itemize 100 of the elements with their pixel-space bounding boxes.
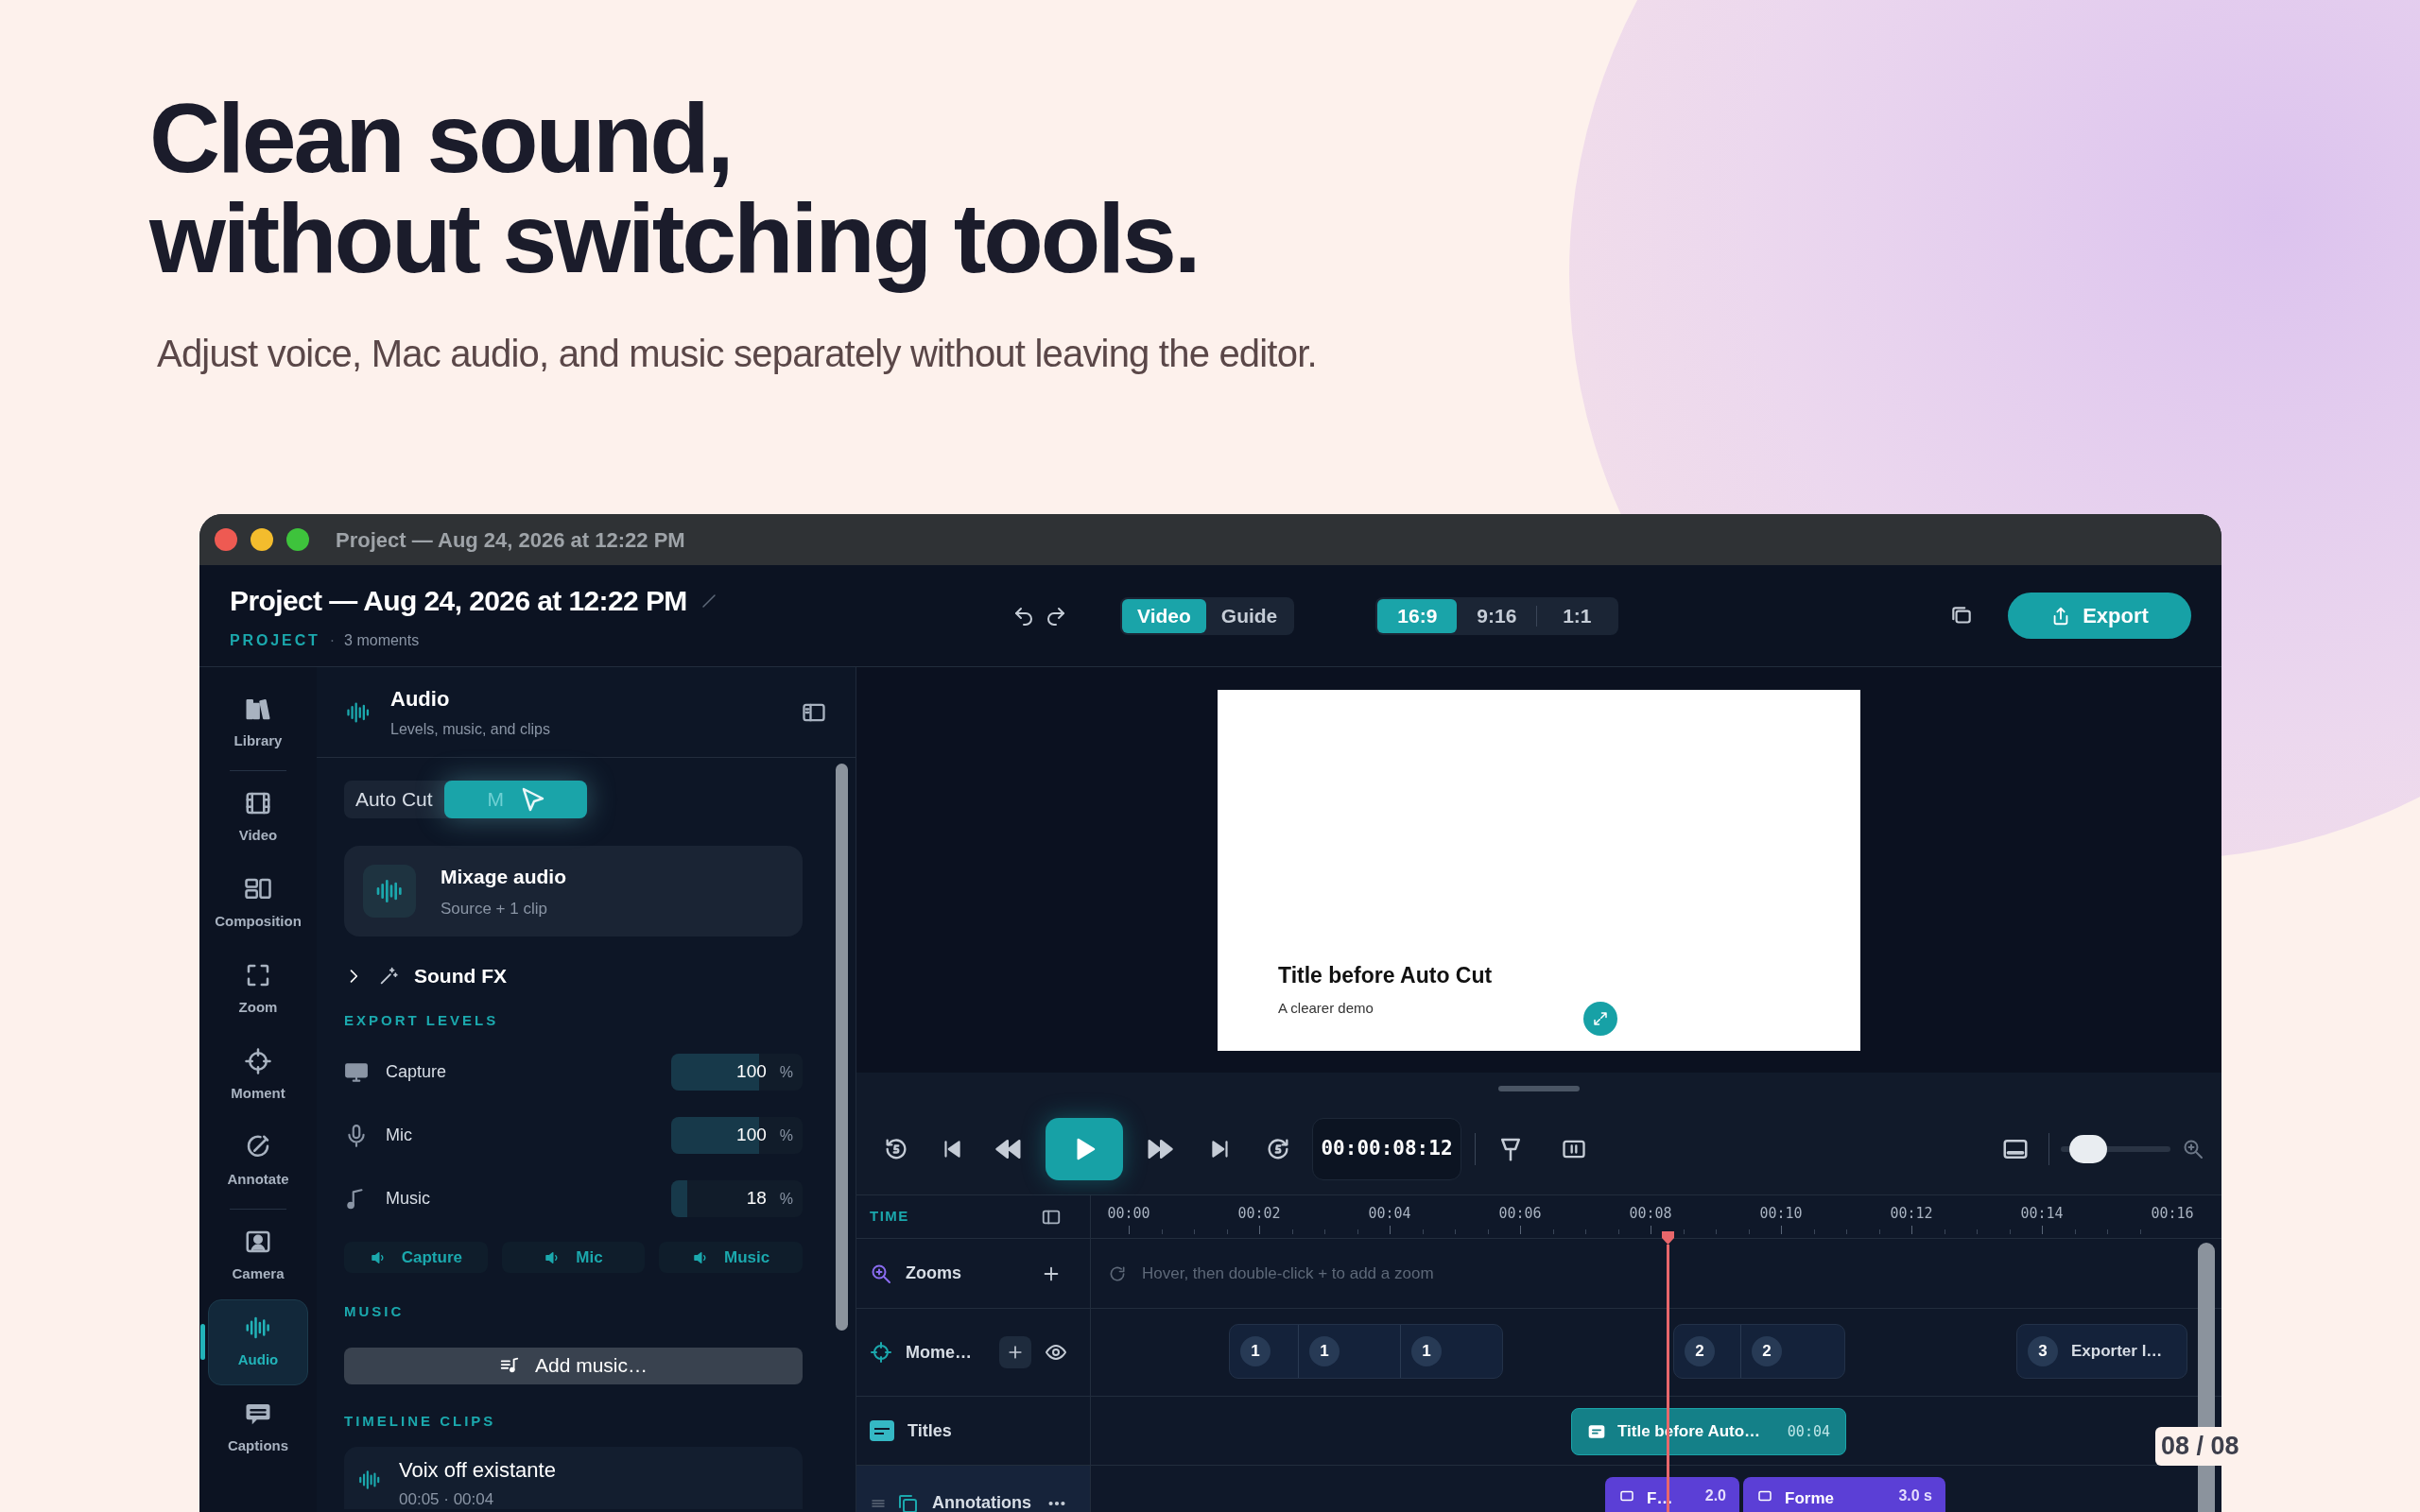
moments-count: 3 moments (344, 631, 420, 650)
clip-title: Voix off existante (399, 1457, 556, 1484)
subtitle: Adjust voice, Mac audio, and music separately without leaving the editor. (157, 332, 1317, 376)
project-tag: PROJECT (230, 629, 320, 652)
timecode-display: 00:00:08:12 (1312, 1118, 1461, 1180)
mute-button[interactable]: Music (659, 1242, 803, 1273)
section-heading: TIMELINE CLIPS (344, 1411, 497, 1431)
level-label: Mic (386, 1125, 413, 1146)
selection-indicator (200, 1324, 205, 1360)
close-button[interactable] (215, 528, 237, 551)
moment-clip[interactable]: 1 1 1 (1229, 1324, 1503, 1379)
moment-badge: 1 (1411, 1336, 1442, 1366)
video-title: Title before Auto Cut (1278, 962, 1494, 989)
moment-badge: 3 (2028, 1336, 2058, 1366)
card-title: Mixage audio (441, 864, 567, 889)
moment-badge: 1 (1240, 1336, 1270, 1366)
expand-icon (1592, 1010, 1609, 1027)
crosshair-icon (244, 1047, 272, 1076)
time-header: TIME (870, 1207, 910, 1227)
level-label: Music (386, 1188, 431, 1210)
level-slider[interactable]: 18 % (671, 1180, 803, 1217)
time-tick-label: 00:08 (1629, 1204, 1672, 1224)
section-heading: EXPORT LEVELS (344, 1010, 500, 1030)
time-tick-label: 00:04 (1368, 1204, 1411, 1224)
pencil-icon (700, 592, 717, 610)
clip-duration: 2.0 (1704, 1486, 1726, 1505)
clip-card[interactable]: Voix off existante 00:05 · 00:04 (344, 1447, 803, 1509)
sound-fx-row[interactable]: Sound FX (344, 961, 507, 991)
play-button[interactable] (1046, 1118, 1123, 1180)
crosshair-icon (870, 1341, 892, 1364)
ratio-tab[interactable]: 9:16 (1457, 598, 1537, 633)
sidebar-item[interactable]: Zoom (208, 947, 308, 1033)
time-tick-label: 00:14 (2020, 1204, 2064, 1224)
sidebar-item[interactable]: Camera (208, 1213, 308, 1299)
level-value: 18 (746, 1187, 767, 1211)
waveform-icon (357, 1468, 382, 1492)
scrollbar[interactable] (836, 764, 848, 1331)
video-subtitle: A clearer demo (1278, 998, 1374, 1018)
panel-subtitle: Levels, music, and clips (390, 720, 551, 739)
level-slider[interactable]: 100 % (671, 1117, 803, 1154)
level-value: 100 (736, 1124, 767, 1147)
time-tick-label: 00:16 (2151, 1204, 2194, 1224)
percent-unit: % (779, 1062, 793, 1082)
zoom-button[interactable] (286, 528, 309, 551)
slider-thumb[interactable] (2069, 1135, 2108, 1163)
expand-button[interactable] (1583, 1002, 1617, 1036)
clip-duration: 3.0 s (1898, 1486, 1932, 1505)
mode-tab[interactable]: Auto Cut (344, 781, 444, 818)
section-heading: MUSIC (344, 1302, 406, 1321)
panel-title: Audio (390, 686, 451, 713)
headline-line: Clean sound, (149, 82, 732, 195)
sidebar-item[interactable]: Video (208, 775, 308, 861)
add-moment-button[interactable] (999, 1336, 1031, 1368)
add-music-button[interactable]: Add music… (344, 1347, 803, 1384)
moment-badge: 1 (1309, 1336, 1340, 1366)
mute-button[interactable]: Capture (344, 1242, 488, 1273)
minimize-button[interactable] (251, 528, 273, 551)
time-tick-label: 00:02 (1237, 1204, 1281, 1224)
moment-label: Exporter l… (2071, 1341, 2163, 1363)
level-slider[interactable]: 100 % (671, 1054, 803, 1091)
audio-mix-card[interactable]: Mixage audio Source + 1 clip (344, 846, 803, 936)
percent-unit: % (779, 1189, 793, 1209)
sidebar-item[interactable]: Moment (208, 1033, 308, 1119)
card-subtitle: Source + 1 clip (441, 899, 548, 919)
separator-dot: · (329, 631, 336, 650)
track-label: Titles (908, 1419, 953, 1442)
time-tick-label: 00:10 (1759, 1204, 1803, 1224)
moment-badge: 2 (1752, 1336, 1782, 1366)
moment-clip[interactable]: 2 2 (1673, 1324, 1845, 1379)
sidebar-item[interactable]: Composition (208, 861, 308, 947)
track-label: Annotations (932, 1492, 1032, 1512)
clip-title: Forme (1785, 1488, 1835, 1509)
project-title: Project — Aug 24, 2026 at 12:22 PM (230, 584, 687, 618)
level-label: Capture (386, 1061, 448, 1083)
sidebar-item[interactable]: Audio (208, 1299, 308, 1385)
sparkle-wand-icon (378, 965, 399, 987)
ratio-tab[interactable]: 1:1 (1537, 598, 1617, 633)
sidebar-item[interactable]: Annotate (208, 1119, 308, 1205)
level-value: 100 (736, 1060, 767, 1084)
time-tick-label: 00:06 (1498, 1204, 1542, 1224)
clip-duration: 00:04 (1787, 1421, 1830, 1442)
title-track-icon (870, 1420, 894, 1441)
track-label: Mome… (906, 1341, 973, 1364)
sidebar-item[interactable]: Library (208, 680, 308, 766)
zoom-in-icon[interactable] (2182, 1138, 2204, 1160)
title-card-icon (1587, 1422, 1606, 1441)
time-tick-label: 00:12 (1890, 1204, 1933, 1224)
zoom-slider[interactable] (2061, 1133, 2170, 1165)
window-title: Project — Aug 24, 2026 at 12:22 PM (336, 526, 685, 554)
percent-unit: % (779, 1125, 793, 1145)
track-label: Zooms (906, 1263, 962, 1284)
resize-handle[interactable] (1498, 1085, 1580, 1091)
clip-subtitle: 00:05 · 00:04 (399, 1489, 495, 1510)
moment-clip[interactable]: 3 Exporter l… (2016, 1324, 2187, 1379)
view-tab[interactable]: Guide (1205, 598, 1293, 633)
track-hint: Hover, then double-click + to add a zoom (1142, 1263, 1434, 1284)
time-tick-label: 00:00 (1107, 1204, 1150, 1224)
sidebar-item[interactable]: Captions (208, 1385, 308, 1471)
annotation-clip[interactable]: Forme 3.0 s (1743, 1477, 1945, 1512)
mute-button[interactable]: Mic (501, 1242, 646, 1273)
